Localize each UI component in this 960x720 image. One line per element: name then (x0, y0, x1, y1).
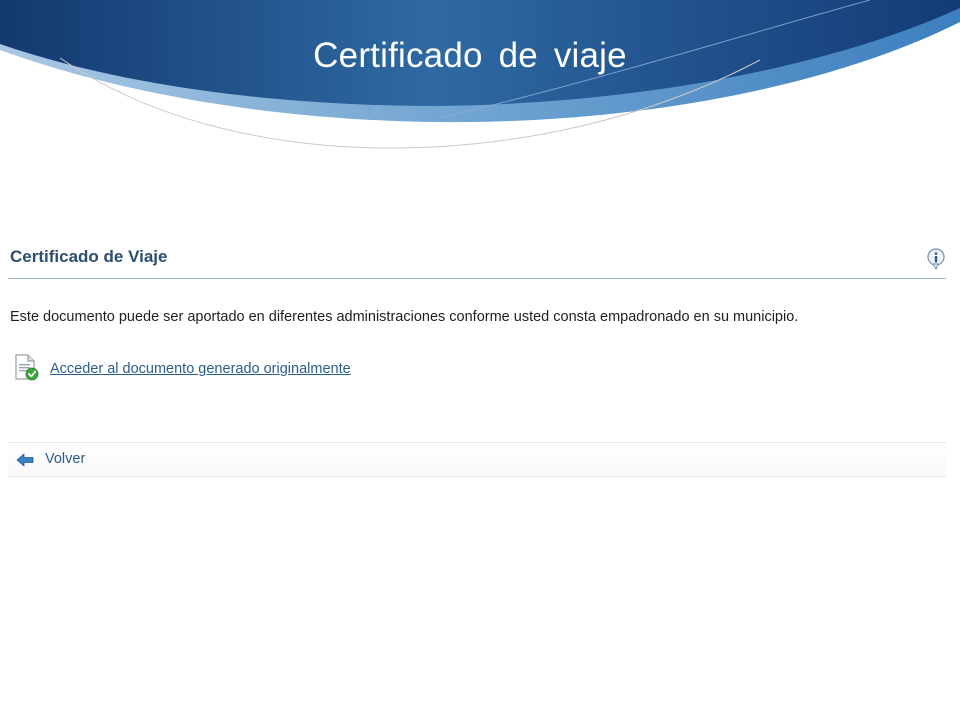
back-arrow-icon[interactable] (16, 452, 34, 468)
panel-header: Certificado de Viaje (8, 238, 946, 279)
back-bar: Volver (8, 442, 946, 477)
header-banner (0, 0, 960, 149)
document-check-icon[interactable] (12, 353, 40, 381)
certificate-panel: Certificado de Viaje Este documento pued… (8, 238, 946, 477)
slide-title: Certificado de viaje (313, 36, 627, 75)
document-link[interactable]: Acceder al documento generado originalme… (50, 361, 351, 377)
panel-title: Certificado de Viaje (10, 247, 168, 266)
back-button[interactable]: Volver (45, 451, 85, 467)
panel-description: Este documento puede ser aportado en dif… (10, 309, 799, 325)
document-link-row: Acceder al documento generado originalme… (10, 352, 510, 382)
info-icon[interactable] (926, 248, 946, 270)
